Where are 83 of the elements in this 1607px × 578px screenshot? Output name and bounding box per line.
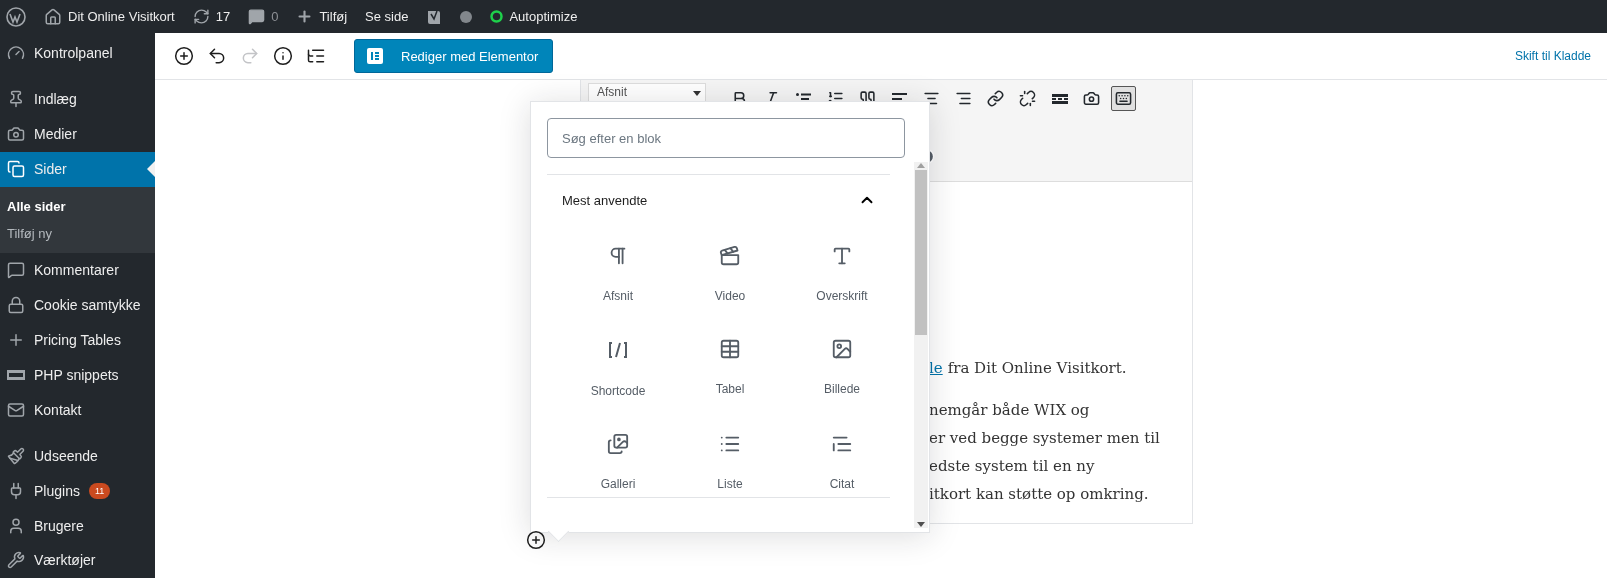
update-count-badge: 11 [88,482,111,499]
block-type-item[interactable]: Overskrift [786,239,898,309]
admin-bar-link[interactable]: Dit Online Visitkort [68,9,175,24]
align-right-icon [955,90,972,107]
info-icon [273,46,293,66]
undo-icon [207,46,227,66]
admin-bar-link[interactable]: Autoptimize [509,9,578,24]
wordpress-logo-icon[interactable] [6,6,26,27]
sidebar-menu-item[interactable]: Sider [0,151,155,187]
table-icon [719,338,741,360]
heading-icon [831,245,853,267]
pages-icon [7,160,25,179]
sidebar-menu-item[interactable]: Brugere [0,508,155,544]
sidebar-menu-item[interactable]: Indlæg [0,81,155,117]
add-block-button[interactable] [526,530,546,550]
block-type-item[interactable]: Galleri [562,427,674,497]
block-search-field[interactable]: Søg efter en blok [547,118,905,158]
pin-icon [7,90,25,109]
admin-bar-link[interactable]: 17 [215,9,231,24]
plus-icon [296,8,314,25]
block-type-item[interactable]: Tabel [674,332,786,404]
sidebar-menu-item[interactable]: Værktøjer [0,543,155,578]
refresh-icon [192,8,210,25]
submenu-item[interactable]: Alle sider [0,192,155,220]
link-icon [987,90,1004,107]
admin-bar-link[interactable]: 0 [271,9,279,24]
code-badge-icon [7,369,25,380]
text-line: edste system til en ny [929,456,1096,477]
scroll-down-icon[interactable] [917,522,925,528]
lock-icon [7,296,25,315]
comment-icon [7,261,25,280]
mail-icon [7,400,25,419]
block-type-item[interactable]: Liste [674,427,786,497]
block-type-item[interactable]: Shortcode [562,332,674,404]
dropdown-arrow-icon [693,91,701,96]
sidebar-menu-item[interactable]: Cookie samtykke [0,287,155,323]
text-link[interactable]: le [929,359,943,377]
submenu-item[interactable]: Tilføj ny [0,219,155,247]
sidebar-menu-item[interactable]: Plugins 11 [0,473,155,509]
add-block-icon [174,46,194,66]
text-line: le fra Dit Online Visitkort. [929,358,1128,379]
block-type-item[interactable]: Billede [786,332,898,404]
add-media-icon [1083,90,1100,107]
camera-icon [7,125,25,144]
elementor-logo-icon [367,48,383,64]
toolbar-toggle-icon [1115,90,1132,107]
switch-to-draft-link[interactable]: Skift til Kladde [1514,49,1591,63]
block-type-item[interactable]: Afsnit [562,239,674,309]
status-dot-icon [460,10,473,23]
add-icon [526,530,546,550]
edit-with-elementor-button[interactable]: Rediger med Elementor [354,39,554,73]
text-line: er ved begge systemer men til [929,428,1161,449]
sidebar-menu-item[interactable]: Kommentarer [0,252,155,288]
video-icon [719,245,741,267]
unlink-icon [1019,90,1036,107]
paintbrush-icon [7,446,25,465]
read-more-icon [1051,93,1068,104]
text-line: nemgår både WIX og [929,400,1091,421]
gallery-icon [607,433,629,455]
info-button[interactable] [271,44,295,68]
admin-bar-link[interactable]: Se side [365,9,409,24]
sidebar-menu-item[interactable]: Kontrolpanel [0,36,155,71]
user-icon [7,516,25,535]
redo-icon [240,46,260,66]
sidebar-menu-item[interactable]: Kontakt [0,392,155,428]
ring-icon [490,10,504,23]
sidebar-menu-item[interactable]: Pricing Tables [0,322,155,358]
home-icon [44,7,62,26]
wrench-icon [7,551,25,570]
outline-icon [306,46,326,66]
section-title: Mest anvendte [562,192,648,208]
add-block-button[interactable] [172,44,196,68]
text-line: itkort kan støtte op omkring. [929,484,1150,505]
scrollbar[interactable] [914,162,928,528]
image-icon [831,338,853,360]
comment-icon [248,8,266,25]
block-type-item[interactable]: Citat [786,427,898,497]
sidebar-menu-item[interactable]: Medier [0,116,155,152]
sidebar-menu-item[interactable]: PHP snippets [0,357,155,393]
toolbar-toggle-button[interactable] [1111,86,1136,111]
sidebar-menu-item[interactable]: Udseende [0,438,155,474]
admin-bar-link[interactable]: Tilføj [319,9,348,24]
block-type-item[interactable]: Video [674,239,786,309]
